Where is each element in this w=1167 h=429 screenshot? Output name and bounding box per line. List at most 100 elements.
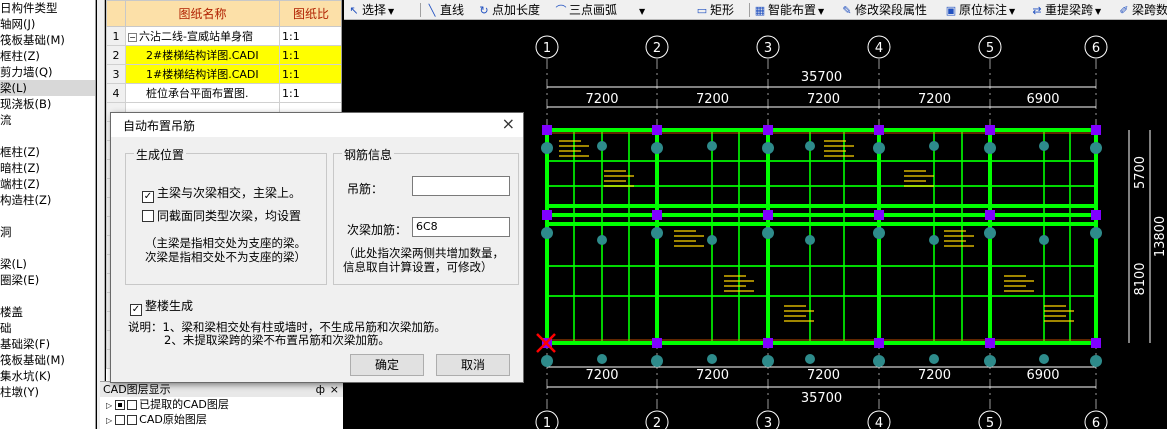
drawing-scale-header[interactable]: 图纸比 [279,0,341,27]
component-tree-item[interactable]: 剪力墙(Q) [0,64,95,80]
pile-circle [805,354,815,364]
drawing-row-number: 3 [106,64,126,84]
smart-place-tool[interactable]: ▦ 智能布置 ▼ [754,0,824,19]
column-block [1091,210,1101,220]
whole-building-checkbox[interactable]: ✓ 整楼生成 [130,297,193,316]
re-extract-icon: ⇄ [1032,4,1042,17]
cancel-button[interactable]: 取消 [436,354,510,376]
component-tree-item[interactable]: 筏板基础(M) [0,352,95,368]
gen-note-secondary: 次梁是指相交处不为支座的梁） [145,250,306,264]
point-length-icon: ↻ [479,4,489,17]
secondary-rebar-input[interactable]: 6C8 [412,217,510,237]
pin-icon[interactable]: ф [316,382,325,397]
component-tree-item[interactable]: 基础梁(F) [0,336,95,352]
select-tool[interactable]: ↖ 选择 ▼ [348,0,394,19]
drawing-name-cell[interactable]: − 六沾二线-宣威站单身宿 [125,26,280,46]
line-tool[interactable]: ╲ 直线 [426,0,464,19]
pile-circle [762,355,774,367]
ok-button[interactable]: 确定 [350,354,424,376]
pile-circle [1090,142,1102,154]
pile-circle [984,355,996,367]
drawing-scale-cell[interactable]: 1:1 [279,64,341,84]
component-tree-item[interactable]: 现浇板(B) [0,96,95,112]
dialog-title: 自动布置吊筋 [123,119,196,133]
component-tree-prefix: 洞 [0,225,12,239]
component-tree-item[interactable]: 日构件类型 [0,0,95,16]
dimension-right-total: 13800 [1153,216,1167,257]
drawing-scale-cell[interactable]: 1:1 [279,26,341,46]
drawing-name-text: 2#楼梯结构详图.CADI [146,49,259,62]
collapse-icon[interactable]: − [128,32,137,42]
component-tree-item[interactable]: 轴网(J) [0,16,95,32]
component-tree-item[interactable]: 筏板基础(M) [0,32,95,48]
origin-mark-tool[interactable]: ▣ 原位标注 ▼ [945,0,1015,19]
axis-label: 2 [653,41,661,56]
three-point-arc-tool[interactable]: ⌒ 三点画弧 ▼ [555,0,646,19]
cad-layer-item[interactable]: ▷ CAD原始图层 [100,412,343,427]
dimension-span-bottom: 7200 [696,368,729,383]
component-tree-item[interactable]: 圈梁(E) [0,272,95,288]
drawing-scale-cell[interactable]: 1:1 [279,83,341,103]
drawing-name-cell[interactable]: 1#楼梯结构详图.CADI [125,64,280,84]
component-tree-item[interactable]: 梁(L) [0,80,95,96]
component-tree-item[interactable] [0,288,95,304]
dimension-span-top: 7200 [585,92,618,107]
opt-main-beam-checkbox[interactable]: ✓ 主梁与次梁相交，主梁上。 [142,184,301,203]
component-tree-item[interactable]: 暗柱(Z) [0,160,95,176]
component-tree-item[interactable] [0,208,95,224]
component-tree-item[interactable]: 流 [0,112,95,128]
layer-visibility-checkbox[interactable] [127,400,138,410]
pile-circle [597,235,607,245]
column-block [985,338,995,348]
re-extract-span-tool[interactable]: ⇄ 重提梁跨 ▼ [1031,0,1101,19]
opt-same-section-checkbox[interactable]: 同截面同类型次梁，均设置 [142,207,301,224]
layer-checkbox[interactable] [115,400,126,410]
pile-circle [1039,141,1049,151]
beam-span-count-tool[interactable]: ✐ 梁跨数 [1118,0,1167,19]
component-tree-item[interactable]: 集水坑(K) [0,368,95,384]
component-tree-item[interactable]: 洞 [0,224,95,240]
component-tree-scrollbar[interactable] [97,0,105,429]
component-tree-item[interactable] [0,128,95,144]
component-tree-item[interactable] [0,240,95,256]
drawing-name-cell[interactable]: 2#楼梯结构详图.CADI [125,45,280,65]
expand-icon[interactable]: ▷ [106,416,112,425]
drawing-list-row[interactable]: 4 桩位承台平面布置图. 1:1 [106,83,341,103]
chevron-down-icon: ▼ [639,7,646,16]
drawing-list-row[interactable]: 3 1#楼梯结构详图.CADI 1:1 [106,64,341,84]
component-tree-item[interactable]: 端柱(Z) [0,176,95,192]
drawing-name-cell[interactable]: 桩位承台平面布置图. [125,83,280,103]
dimension-total-bottom: 35700 [801,391,842,406]
modify-span-tool[interactable]: ✎ 修改梁段属性 [841,0,927,19]
rect-tool[interactable]: ▭ 矩形 [696,0,734,19]
close-icon[interactable]: × [330,382,339,397]
cad-layer-label: 已提取的CAD图层 [139,398,229,411]
origin-mark-tool-label: 原位标注 [959,3,1008,17]
drawing-name-header[interactable]: 图纸名称 [125,0,280,27]
component-tree-item[interactable]: 框柱(Z) [0,144,95,160]
pile-circle [541,142,553,154]
component-tree-item[interactable]: 础 [0,320,95,336]
pile-circle [597,354,607,364]
axis-label: 6 [1092,416,1100,429]
component-tree-item[interactable]: 柱墩(Y) [0,384,95,400]
component-tree-item[interactable]: 梁(L) [0,256,95,272]
drawing-list-row[interactable]: 2 2#楼梯结构详图.CADI 1:1 [106,45,341,65]
column-block [874,338,884,348]
component-tree-item[interactable]: 构造柱(Z) [0,192,95,208]
drawing-list-row[interactable]: 1− 六沾二线-宣威站单身宿 1:1 [106,26,341,46]
component-tree-item[interactable]: 楼盖 [0,304,95,320]
drawing-scale-cell[interactable]: 1:1 [279,45,341,65]
hanger-input[interactable] [412,176,510,196]
component-tree-label: 梁(L) [0,81,27,95]
cad-layer-panel-header: CAD图层显示 ф × [100,382,343,397]
column-block [985,210,995,220]
point-length-tool[interactable]: ↻ 点加长度 [478,0,540,19]
component-tree-item[interactable]: 框柱(Z) [0,48,95,64]
secondary-rebar-label: 次梁加筋： [347,223,408,237]
expand-icon[interactable]: ▷ [106,401,112,410]
cad-layer-item[interactable]: ▷ 已提取的CAD图层 [100,397,343,412]
layer-checkbox[interactable] [115,415,126,425]
close-icon[interactable]: × [502,114,515,133]
layer-visibility-checkbox[interactable] [127,415,138,425]
